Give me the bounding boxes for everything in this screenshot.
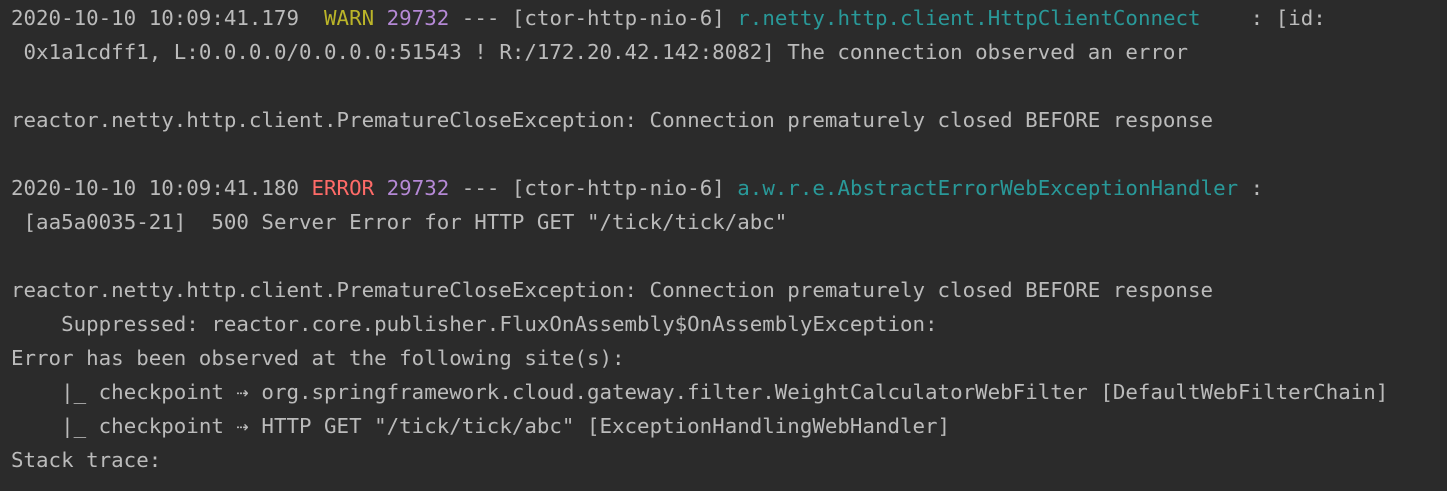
log-pid: 29732 <box>386 6 450 30</box>
console-output[interactable]: 2020-10-10 10:09:41.179 WARN 29732 --- [… <box>0 0 1447 491</box>
log-line-exception: reactor.netty.http.client.PrematureClose… <box>11 103 1213 137</box>
log-level-error: ERROR <box>311 176 375 200</box>
log-separator: --- <box>461 6 500 30</box>
log-message: 0x1a1cdff1, L:0.0.0.0/0.0.0.0:51543 ! R:… <box>23 40 1188 64</box>
log-line-error-header: 2020-10-10 10:09:41.180 ERROR 29732 --- … <box>11 171 1263 205</box>
log-separator: --- <box>461 176 500 200</box>
log-line-warn-message: 0x1a1cdff1, L:0.0.0.0/0.0.0.0:51543 ! R:… <box>11 35 1188 69</box>
log-colon: : <box>1250 176 1264 200</box>
log-thread: [ctor-http-nio-6] <box>511 176 725 200</box>
log-logger-link[interactable]: r.netty.http.client.HttpClientConnect <box>737 6 1200 30</box>
log-message: [aa5a0035-21] 500 Server Error for HTTP … <box>23 210 788 234</box>
log-timestamp: 2020-10-10 10:09:41.179 <box>11 6 299 30</box>
log-line-suppressed: Suppressed: reactor.core.publisher.FluxO… <box>11 307 938 341</box>
checkpoint-text: |_ checkpoint ⇢ HTTP GET "/tick/tick/abc… <box>61 414 951 438</box>
log-timestamp: 2020-10-10 10:09:41.180 <box>11 176 299 200</box>
exception-text: reactor.netty.http.client.PrematureClose… <box>11 108 1213 132</box>
log-pid: 29732 <box>386 176 450 200</box>
log-line-checkpoint: |_ checkpoint ⇢ HTTP GET "/tick/tick/abc… <box>11 409 950 443</box>
log-thread: [ctor-http-nio-6] <box>511 6 725 30</box>
log-line-stack-trace: Stack trace: <box>11 443 161 477</box>
checkpoint-text: |_ checkpoint ⇢ org.springframework.clou… <box>61 380 1389 404</box>
log-line-warn-header: 2020-10-10 10:09:41.179 WARN 29732 --- [… <box>11 1 1326 35</box>
exception-text: reactor.netty.http.client.PrematureClose… <box>11 278 1213 302</box>
log-line-observed: Error has been observed at the following… <box>11 341 625 375</box>
log-line-error-message: [aa5a0035-21] 500 Server Error for HTTP … <box>11 205 788 239</box>
log-logger-link[interactable]: a.w.r.e.AbstractErrorWebExceptionHandler <box>737 176 1238 200</box>
observed-text: Error has been observed at the following… <box>11 346 625 370</box>
log-line-checkpoint: |_ checkpoint ⇢ org.springframework.clou… <box>11 375 1388 409</box>
log-level-warn: WARN <box>324 6 375 30</box>
log-message-start: : [id: <box>1250 6 1326 30</box>
stack-trace-label: Stack trace: <box>11 448 162 472</box>
suppressed-text: Suppressed: reactor.core.publisher.FluxO… <box>61 312 938 336</box>
log-line-exception: reactor.netty.http.client.PrematureClose… <box>11 273 1213 307</box>
